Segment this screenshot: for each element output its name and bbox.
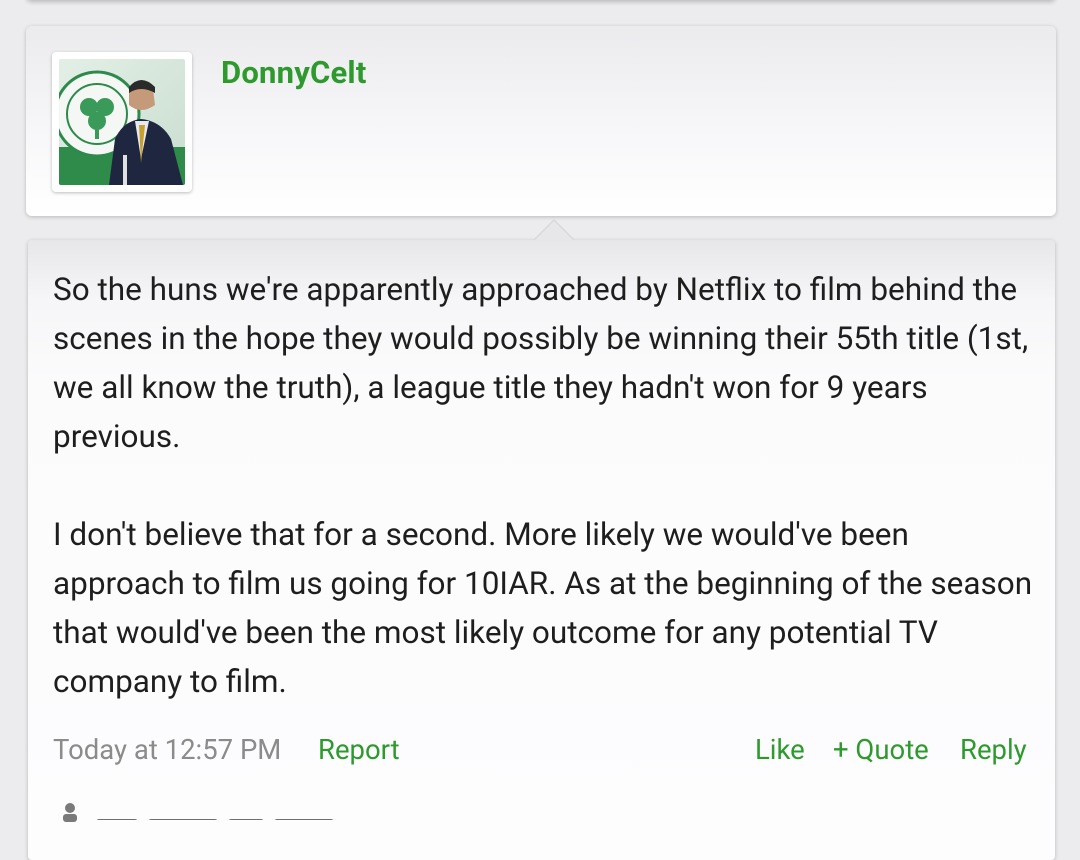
reply-link[interactable]: Reply — [960, 730, 1027, 770]
post-body: So the huns we're apparently approached … — [53, 265, 1043, 706]
post-author-card: DonnyCelt — [26, 26, 1056, 216]
post-paragraph: I don't believe that for a second. More … — [53, 516, 1033, 700]
likes-summary-text — [96, 806, 356, 820]
post-actions-bar: Today at 12:57 PM Report Like + Quote Re… — [53, 730, 1029, 770]
post-card: So the huns we're apparently approached … — [28, 219, 1055, 860]
post-timestamp[interactable]: Today at 12:57 PM — [53, 730, 281, 770]
post-paragraph: So the huns we're apparently approached … — [53, 271, 1029, 455]
quote-link[interactable]: + Quote — [833, 730, 929, 770]
username-link[interactable]: DonnyCelt — [221, 54, 367, 91]
likes-icon — [63, 803, 77, 822]
like-link[interactable]: Like — [755, 730, 805, 770]
report-link[interactable]: Report — [318, 730, 400, 770]
bubble-pointer — [533, 219, 575, 240]
avatar-frame[interactable] — [52, 52, 192, 192]
avatar-photo-icon — [59, 59, 185, 185]
avatar[interactable] — [59, 59, 185, 185]
